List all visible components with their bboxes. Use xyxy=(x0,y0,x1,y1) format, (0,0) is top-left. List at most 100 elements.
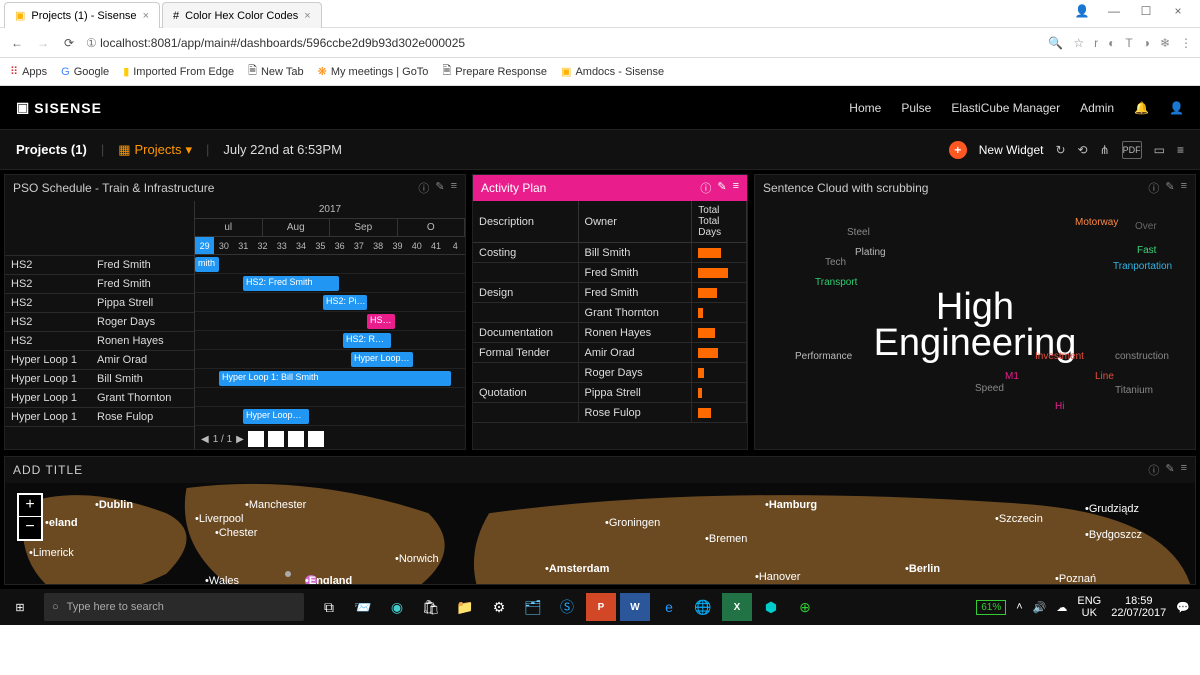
day-label[interactable]: 40 xyxy=(407,237,426,254)
app-icon[interactable]: 🌐 xyxy=(688,593,718,621)
cloud-word[interactable]: Tech xyxy=(825,257,846,268)
table-row[interactable]: Roger Days xyxy=(473,363,747,383)
menu-icon[interactable]: ≡ xyxy=(733,180,739,196)
cloud-word[interactable]: construction xyxy=(1115,351,1169,362)
cloud-word[interactable]: Fast xyxy=(1137,245,1156,256)
nav-home[interactable]: Home xyxy=(849,101,881,115)
table-row[interactable]: HS2Fred Smith xyxy=(5,255,194,274)
logo[interactable]: ▣SISENSE xyxy=(16,99,102,116)
table-row[interactable]: HS2Fred Smith xyxy=(5,274,194,293)
close-icon[interactable]: × xyxy=(143,10,149,22)
bookmark[interactable]: ▣Amdocs - Sisense xyxy=(561,65,664,78)
ext-icon[interactable]: T xyxy=(1125,36,1132,50)
day-label[interactable]: 31 xyxy=(234,237,253,254)
cloud-word[interactable]: Plating xyxy=(855,247,886,258)
day-label[interactable]: 38 xyxy=(369,237,388,254)
edit-icon[interactable]: ✎ xyxy=(435,180,444,196)
app-icon[interactable]: Ⓢ xyxy=(552,593,582,621)
cloud-word[interactable]: Line xyxy=(1095,371,1114,382)
edit-icon[interactable]: ✎ xyxy=(1165,180,1174,196)
back-icon[interactable]: ← xyxy=(8,36,26,50)
start-button[interactable]: ⊞ xyxy=(0,601,40,614)
bookmark[interactable]: 🗎Prepare Response xyxy=(442,62,547,81)
gantt-bar[interactable]: HS2: Fred Smith xyxy=(243,276,339,291)
edit-icon[interactable]: ✎ xyxy=(1165,462,1174,478)
info-icon[interactable]: ⓘ xyxy=(1148,180,1159,196)
gantt-bar[interactable]: HS… xyxy=(367,314,395,329)
ext-icon[interactable]: ◐ xyxy=(1108,36,1115,50)
battery-indicator[interactable]: 61% xyxy=(976,600,1006,615)
app-icon[interactable]: W xyxy=(620,593,650,621)
gantt-bar[interactable]: HS2: R… xyxy=(343,333,391,348)
gantt-pager[interactable]: ◀1 / 1▶ xyxy=(201,431,324,447)
day-label[interactable]: 30 xyxy=(214,237,233,254)
app-icon[interactable]: 🗂 xyxy=(518,593,548,621)
day-label[interactable]: 41 xyxy=(426,237,445,254)
info-icon[interactable]: ⓘ xyxy=(418,180,429,196)
bookmark[interactable]: 🗎New Tab xyxy=(248,62,303,81)
user-icon[interactable]: 👤 xyxy=(1070,4,1094,23)
table-row[interactable]: HS2Pippa Strell xyxy=(5,293,194,312)
address-bar[interactable]: ① localhost:8081/app/main#/dashboards/59… xyxy=(86,36,1040,50)
zoom-in-icon[interactable]: + xyxy=(19,495,41,517)
volume-icon[interactable]: 🔊 xyxy=(1033,601,1047,614)
filter-icon[interactable]: ⟲ xyxy=(1078,143,1088,157)
bookmark[interactable]: GGoogle xyxy=(61,66,109,78)
table-row[interactable]: CostingBill Smith xyxy=(473,243,747,263)
day-label[interactable]: 33 xyxy=(272,237,291,254)
refresh-icon[interactable]: ↻ xyxy=(1055,143,1065,157)
close-icon[interactable]: × xyxy=(304,10,310,22)
close-window-icon[interactable]: × xyxy=(1166,4,1190,23)
new-widget-button[interactable]: New Widget xyxy=(979,143,1044,157)
nav-admin[interactable]: Admin xyxy=(1080,101,1114,115)
nav-pulse[interactable]: Pulse xyxy=(901,101,931,115)
gantt-bar[interactable]: Hyper Loop 1: Bill Smith xyxy=(219,371,451,386)
app-icon[interactable]: ⚙ xyxy=(484,593,514,621)
menu-icon[interactable]: ≡ xyxy=(451,180,457,196)
table-row[interactable]: Rose Fulop xyxy=(473,403,747,423)
table-row[interactable]: HS2Ronen Hayes xyxy=(5,331,194,350)
cloud-word[interactable]: Steel xyxy=(847,227,870,238)
table-row[interactable]: Hyper Loop 1Rose Fulop xyxy=(5,407,194,426)
bookmark[interactable]: ▮Imported From Edge xyxy=(123,65,234,78)
cloud-word[interactable]: Performance xyxy=(795,351,852,362)
forward-icon[interactable]: → xyxy=(34,36,52,50)
table-row[interactable]: QuotationPippa Strell xyxy=(473,383,747,403)
search-icon[interactable]: 🔍 xyxy=(1048,36,1063,50)
notifications-icon[interactable]: 💬 xyxy=(1176,601,1190,614)
gantt-bar[interactable]: HS2: Pi… xyxy=(323,295,367,310)
day-label[interactable]: 4 xyxy=(446,237,465,254)
browser-tab-0[interactable]: ▣ Projects (1) - Sisense × xyxy=(4,2,160,28)
map-canvas[interactable]: + − •Dublin•eland•Liverpool•Manchester•C… xyxy=(5,483,1195,584)
taskbar-search[interactable]: ○ Type here to search xyxy=(44,593,304,621)
table-row[interactable]: HS2Roger Days xyxy=(5,312,194,331)
user-icon[interactable]: 👤 xyxy=(1169,101,1184,115)
add-icon[interactable]: + xyxy=(949,141,967,159)
table-row[interactable]: Grant Thornton xyxy=(473,303,747,323)
day-label[interactable]: 36 xyxy=(330,237,349,254)
day-label[interactable]: 39 xyxy=(388,237,407,254)
day-label[interactable]: 35 xyxy=(311,237,330,254)
app-icon[interactable]: P xyxy=(586,593,616,621)
cloud-word[interactable]: M1 xyxy=(1005,371,1019,382)
app-icon[interactable]: e xyxy=(654,593,684,621)
app-icon[interactable]: ◉ xyxy=(382,593,412,621)
day-label[interactable]: 37 xyxy=(349,237,368,254)
share-icon[interactable]: ⋔ xyxy=(1100,143,1110,157)
minimize-icon[interactable]: — xyxy=(1102,4,1126,23)
cloud-word[interactable]: Tranportation xyxy=(1113,261,1172,272)
table-row[interactable]: DocumentationRonen Hayes xyxy=(473,323,747,343)
onedrive-icon[interactable]: ☁ xyxy=(1056,601,1067,614)
task-view-icon[interactable]: ⧉ xyxy=(314,593,344,621)
star-icon[interactable]: ☆ xyxy=(1073,36,1084,50)
table-row[interactable]: Fred Smith xyxy=(473,263,747,283)
widget-title[interactable]: ADD TITLE xyxy=(13,463,83,477)
menu-icon[interactable]: ≡ xyxy=(1181,462,1187,478)
ext-icon[interactable]: ◑ xyxy=(1143,36,1150,50)
app-icon[interactable]: ⬢ xyxy=(756,593,786,621)
maximize-icon[interactable]: ☐ xyxy=(1134,4,1158,23)
ext-icon[interactable]: r xyxy=(1094,36,1098,50)
zoom-out-icon[interactable]: − xyxy=(19,517,41,539)
app-icon[interactable]: ⊕ xyxy=(790,593,820,621)
app-icon[interactable]: X xyxy=(722,593,752,621)
